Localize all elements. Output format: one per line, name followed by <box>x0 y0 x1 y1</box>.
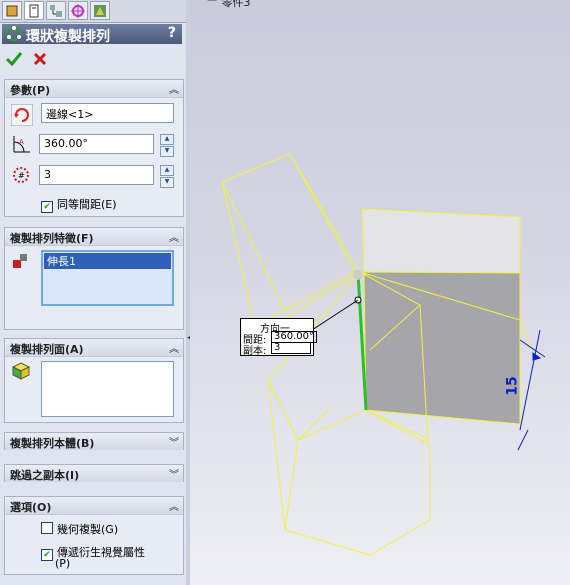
callout-copies-value[interactable]: 3 <box>271 342 311 354</box>
callout-copies-label: 副本: <box>243 346 267 357</box>
direction-callout: 方向一 間距: 360.00° 副本: 3 <box>240 318 317 357</box>
pattern-copy-1 <box>221 153 359 328</box>
dimension-15 <box>517 329 546 451</box>
extrude-face-top <box>361 208 521 274</box>
model-wireframe <box>221 153 546 556</box>
dimension-label[interactable]: 15 <box>505 376 521 395</box>
rotation-center-marker <box>353 270 363 280</box>
extrude-face-front <box>363 271 521 425</box>
